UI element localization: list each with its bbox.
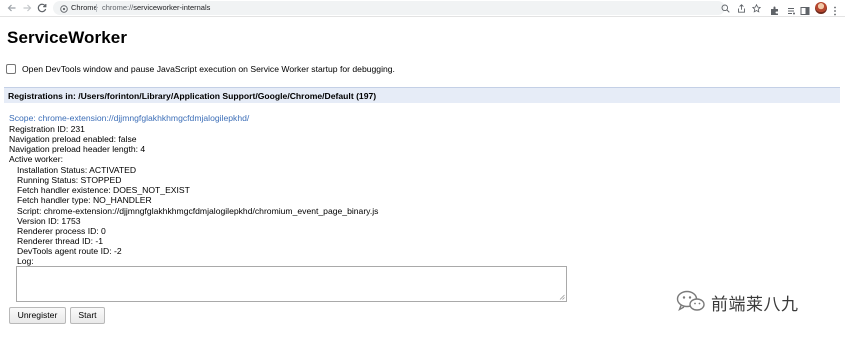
version-id: Version ID: 1753: [17, 216, 81, 226]
site-info-icon[interactable]: [60, 4, 68, 13]
zoom-icon[interactable]: [721, 4, 730, 13]
renderer-process-id: Renderer process ID: 0: [17, 226, 106, 236]
registrations-header-text: Registrations in: /Users/forinton/Librar…: [8, 91, 377, 101]
unregister-button[interactable]: Unregister: [9, 307, 66, 324]
wechat-logo-icon: [676, 289, 706, 313]
bookmark-star-icon[interactable]: [751, 3, 762, 13]
log-label: Log:: [17, 256, 34, 266]
url-scheme: chrome://: [102, 3, 134, 12]
watermark-text: 前端莱八九: [711, 295, 799, 315]
devtools-agent-route-id: DevTools agent route ID: -2: [17, 246, 122, 256]
profile-avatar[interactable]: [815, 2, 827, 14]
url-path: serviceworker-internals: [133, 3, 211, 12]
back-arrow-icon[interactable]: [6, 2, 18, 14]
fetch-handler-existence: Fetch handler existence: DOES_NOT_EXIST: [17, 185, 190, 195]
menu-dots-icon[interactable]: [832, 3, 838, 16]
chrome-chip-label: Chrome: [71, 3, 98, 12]
reload-icon[interactable]: [36, 2, 48, 14]
fetch-handler-type: Fetch handler type: NO_HANDLER: [17, 195, 152, 205]
installation-status: Installation Status: ACTIVATED: [17, 165, 137, 175]
page-title: ServiceWorker: [7, 28, 128, 47]
share-icon[interactable]: [737, 4, 746, 13]
resize-grip-icon[interactable]: [559, 294, 565, 300]
omnibox-divider: [96, 4, 97, 12]
split-view-icon[interactable]: [800, 3, 810, 15]
registrations-header: Registrations in: /Users/forinton/Librar…: [4, 87, 840, 103]
active-worker-label: Active worker:: [9, 154, 63, 164]
nav-preload-header-length: Navigation preload header length: 4: [9, 144, 146, 154]
browser-toolbar: Chrome chrome://serviceworker-internals: [0, 0, 845, 17]
scope-link[interactable]: Scope: chrome-extension://djjmngfglakhkh…: [9, 113, 249, 123]
running-status: Running Status: STOPPED: [17, 175, 122, 185]
registration-id: Registration ID: 231: [9, 124, 85, 134]
url-text[interactable]: chrome://serviceworker-internals: [102, 1, 210, 15]
debug-pause-label[interactable]: Open DevTools window and pause JavaScrip…: [22, 64, 395, 74]
log-textarea[interactable]: [16, 266, 567, 302]
nav-preload-enabled: Navigation preload enabled: false: [9, 134, 137, 144]
forward-arrow-icon[interactable]: [21, 2, 33, 14]
script-url: Script: chrome-extension://djjmngfglakhk…: [17, 206, 379, 216]
puzzle-icon[interactable]: [786, 3, 796, 15]
extension-icon[interactable]: [770, 3, 780, 15]
address-bar[interactable]: Chrome chrome://serviceworker-internals: [53, 1, 762, 15]
renderer-thread-id: Renderer thread ID: -1: [17, 236, 103, 246]
debug-pause-checkbox[interactable]: [6, 64, 16, 74]
start-button[interactable]: Start: [70, 307, 105, 324]
